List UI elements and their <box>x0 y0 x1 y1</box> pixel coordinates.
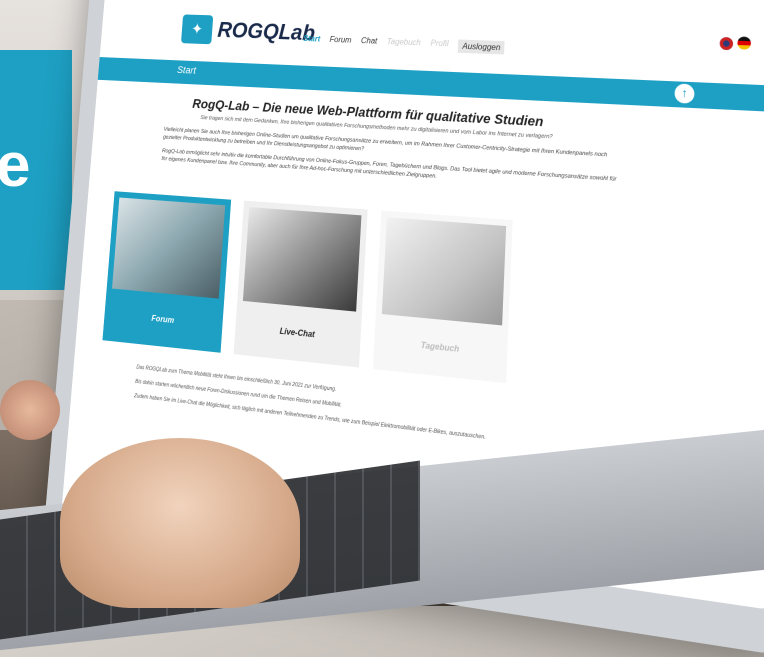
main-content: RogQ-Lab – Die neue Web-Plattform für qu… <box>161 95 624 201</box>
left-finger <box>0 380 60 440</box>
card-tagebuch-label: Tagebuch <box>420 340 460 355</box>
flag-uk-icon[interactable] <box>718 35 735 52</box>
note-1: Das ROGQLab zum Thema Mobilität steht Ih… <box>136 364 337 394</box>
tagebuch-image <box>381 217 507 326</box>
nav-chat[interactable]: Chat <box>361 36 378 50</box>
card-live-chat[interactable]: Live-Chat <box>233 200 368 368</box>
site-logo[interactable]: ✦ ROGQLab <box>180 14 316 48</box>
nav-tagebuch: Tagebuch <box>386 36 421 48</box>
forum-image <box>112 197 226 299</box>
card-live-chat-label: Live-Chat <box>279 326 316 340</box>
nav-profil: Profil <box>430 38 449 49</box>
promo-banner-text: e <box>0 131 31 200</box>
card-forum[interactable]: Forum <box>102 191 232 353</box>
main-nav: Start Forum Chat Tagebuch Profil Auslogg… <box>303 34 505 55</box>
typing-hand <box>60 438 300 608</box>
dna-icon: ✦ <box>180 14 214 45</box>
card-forum-label: Forum <box>151 313 175 326</box>
flag-de-icon[interactable] <box>737 36 751 50</box>
promo-banner: e <box>0 50 72 290</box>
logout-button[interactable]: Ausloggen <box>458 39 505 55</box>
logo-text: ROGQLab <box>216 17 316 46</box>
feature-cards: Forum Live-Chat Tagebuch <box>102 191 513 384</box>
scroll-up-icon[interactable]: ↑ <box>674 83 695 104</box>
nav-start[interactable]: Start <box>303 34 321 47</box>
nav-forum[interactable]: Forum <box>329 35 351 49</box>
page-title: Start <box>176 65 197 77</box>
card-tagebuch: Tagebuch <box>372 210 513 384</box>
language-switcher <box>718 35 751 52</box>
live-chat-image <box>242 207 362 312</box>
